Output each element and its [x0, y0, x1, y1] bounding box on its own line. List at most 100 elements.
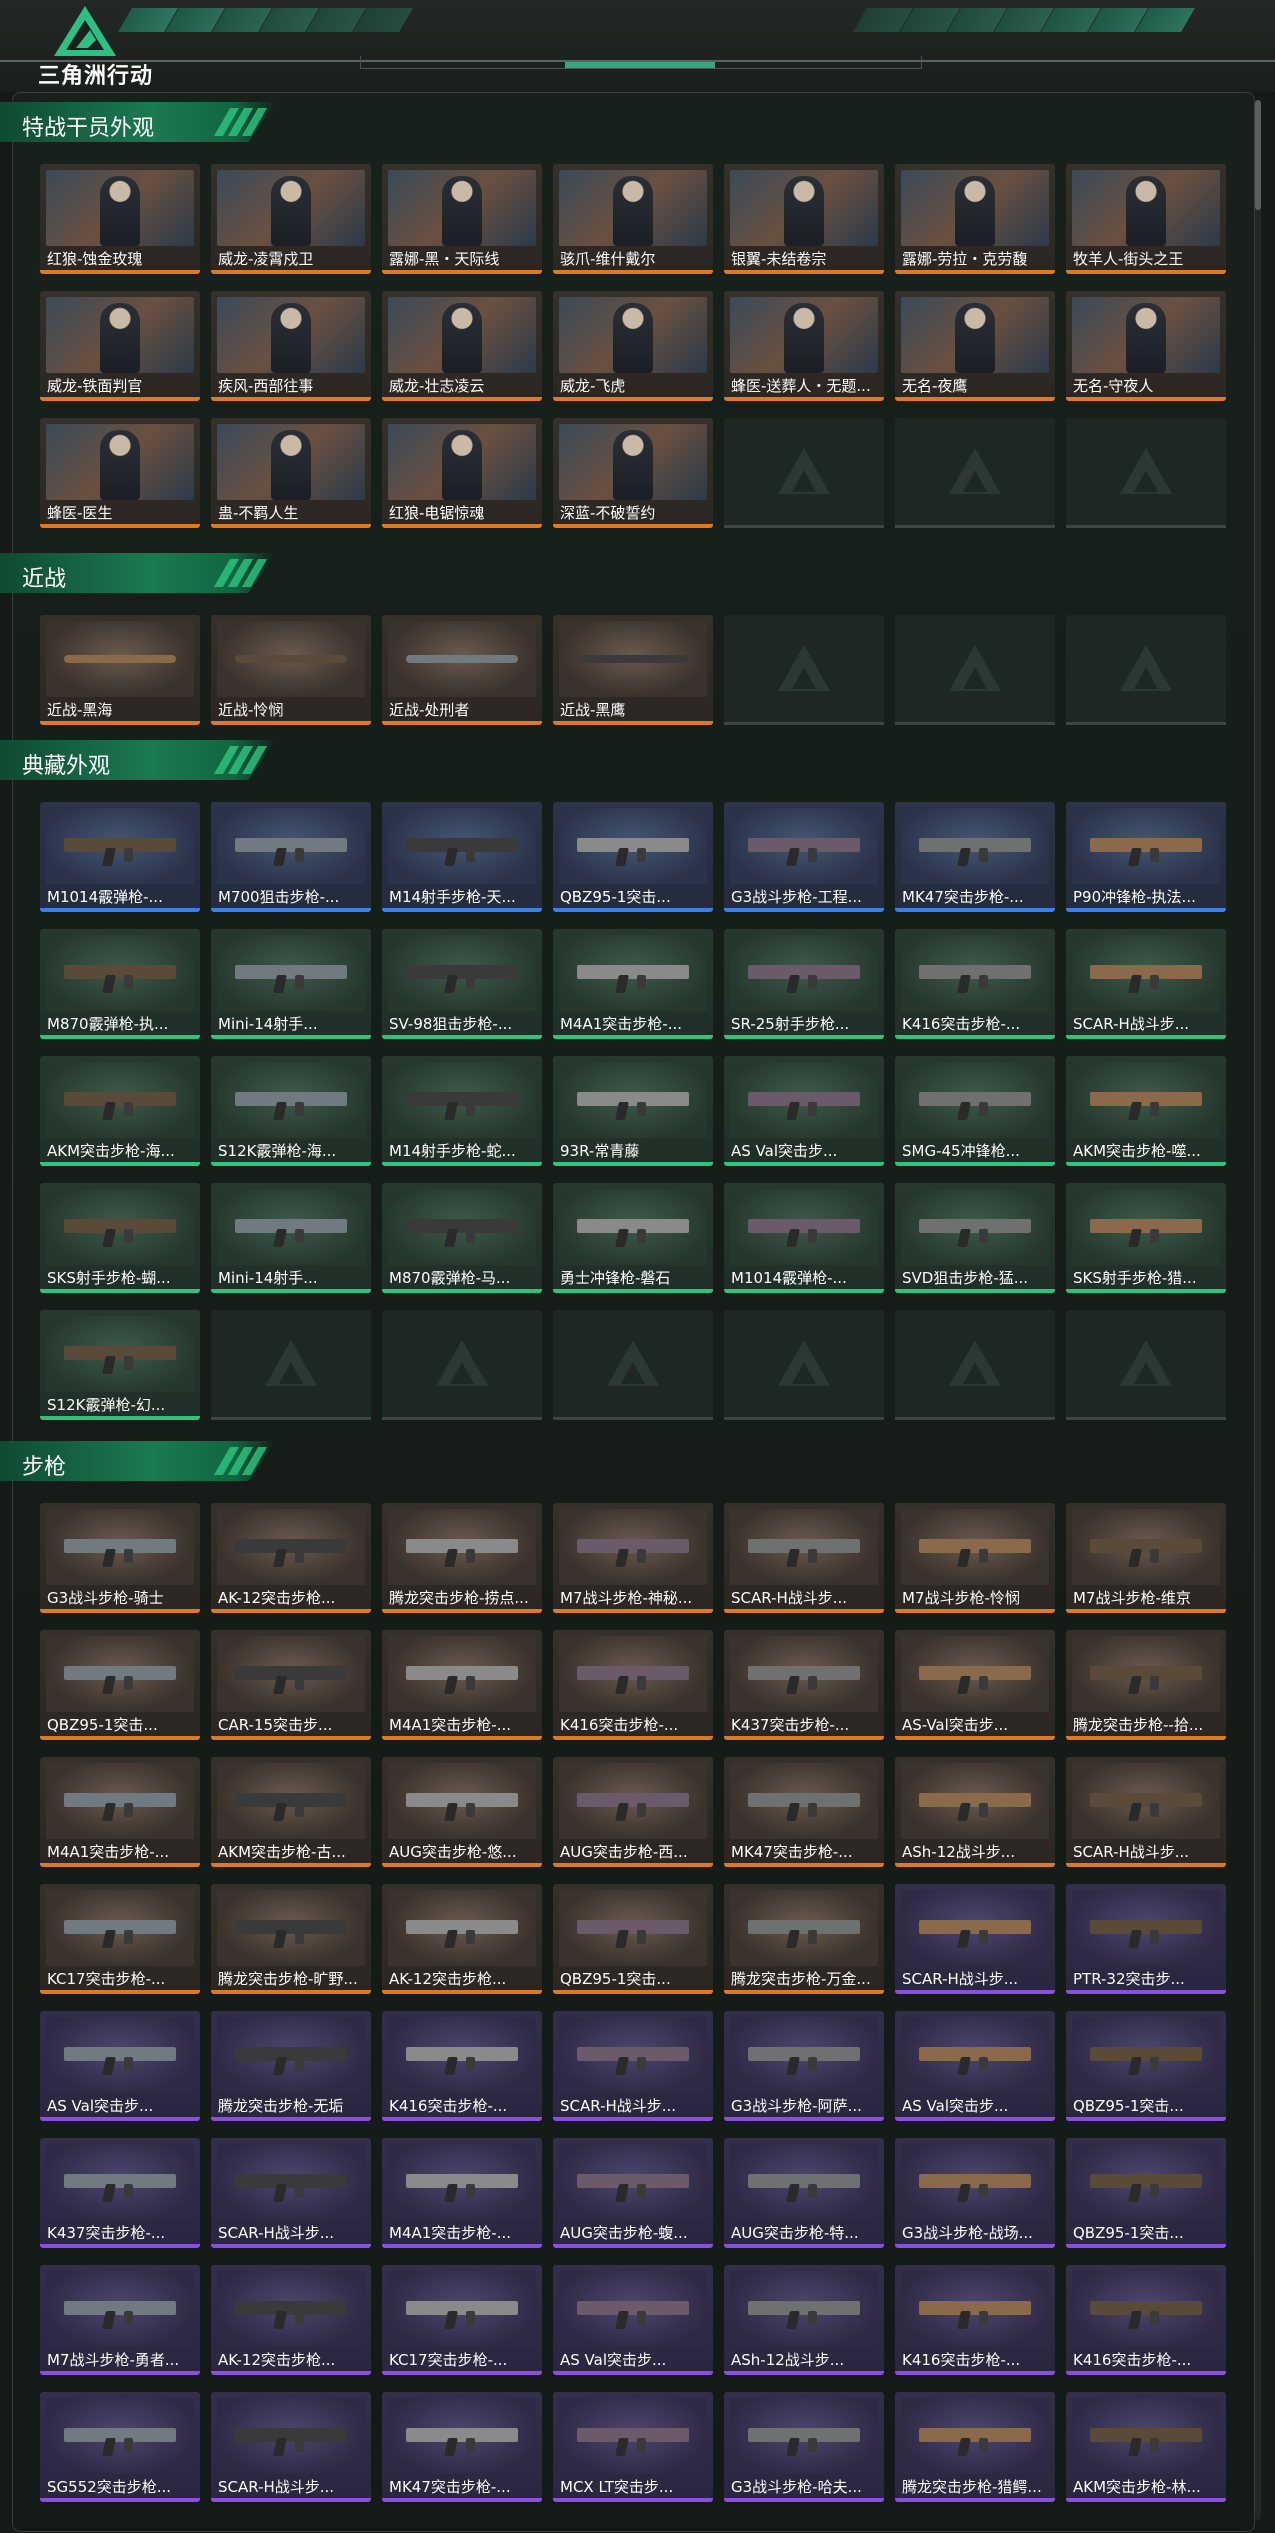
- weapon-skin-card[interactable]: 腾龙突击步枪-猎鳄...: [895, 2392, 1055, 2502]
- weapon-skin-card[interactable]: SKS射手步枪-猎...: [1066, 1183, 1226, 1293]
- weapon-skin-card[interactable]: M1014霰弹枪-...: [724, 1183, 884, 1293]
- weapon-skin-card[interactable]: 腾龙突击步枪-无垢: [211, 2011, 371, 2121]
- weapon-skin-card[interactable]: M4A1突击步枪-...: [382, 1630, 542, 1740]
- weapon-skin-card[interactable]: K416突击步枪-...: [895, 2265, 1055, 2375]
- weapon-skin-card[interactable]: G3战斗步枪-哈夫...: [724, 2392, 884, 2502]
- weapon-skin-card[interactable]: M870霰弹枪-马...: [382, 1183, 542, 1293]
- operator-skin-card[interactable]: 蜂医-医生: [40, 418, 200, 528]
- weapon-skin-card[interactable]: 腾龙突击步枪-捞点...: [382, 1503, 542, 1613]
- operator-skin-card[interactable]: 无名-守夜人: [1066, 291, 1226, 401]
- melee-skin-card[interactable]: 近战-处刑者: [382, 615, 542, 725]
- melee-skin-card[interactable]: 近战-黑鹰: [553, 615, 713, 725]
- weapon-skin-card[interactable]: M1014霰弹枪-...: [40, 802, 200, 912]
- weapon-skin-card[interactable]: K437突击步枪-...: [40, 2138, 200, 2248]
- weapon-skin-card[interactable]: M14射手步枪-蛇...: [382, 1056, 542, 1166]
- weapon-skin-card[interactable]: S12K霰弹枪-海...: [211, 1056, 371, 1166]
- weapon-skin-card[interactable]: AS Val突击步...: [724, 1056, 884, 1166]
- operator-skin-card[interactable]: 深蓝-不破誓约: [553, 418, 713, 528]
- operator-skin-card[interactable]: 红狼-蚀金玫瑰: [40, 164, 200, 274]
- weapon-skin-card[interactable]: S12K霰弹枪-幻...: [40, 1310, 200, 1420]
- weapon-skin-card[interactable]: G3战斗步枪-阿萨...: [724, 2011, 884, 2121]
- weapon-skin-card[interactable]: K416突击步枪-...: [1066, 2265, 1226, 2375]
- operator-skin-card[interactable]: 疾风-西部往事: [211, 291, 371, 401]
- weapon-skin-card[interactable]: CAR-15突击步...: [211, 1630, 371, 1740]
- melee-skin-card[interactable]: 近战-怜悯: [211, 615, 371, 725]
- weapon-skin-card[interactable]: G3战斗步枪-战场...: [895, 2138, 1055, 2248]
- weapon-skin-card[interactable]: SCAR-H战斗步...: [211, 2138, 371, 2248]
- weapon-skin-card[interactable]: M700狙击步枪-...: [211, 802, 371, 912]
- weapon-skin-card[interactable]: M7战斗步枪-勇者...: [40, 2265, 200, 2375]
- weapon-skin-card[interactable]: AS Val突击步...: [553, 2265, 713, 2375]
- operator-skin-card[interactable]: 威龙-壮志凌云: [382, 291, 542, 401]
- weapon-skin-card[interactable]: K437突击步枪-...: [724, 1630, 884, 1740]
- operator-skin-card[interactable]: 银翼-未结卷宗: [724, 164, 884, 274]
- weapon-skin-card[interactable]: AKM突击步枪-噬...: [1066, 1056, 1226, 1166]
- weapon-skin-card[interactable]: Mini-14射手...: [211, 1183, 371, 1293]
- weapon-skin-card[interactable]: M870霰弹枪-执...: [40, 929, 200, 1039]
- weapon-skin-card[interactable]: KC17突击步枪-...: [40, 1884, 200, 1994]
- weapon-skin-card[interactable]: M4A1突击步枪-...: [382, 2138, 542, 2248]
- operator-skin-card[interactable]: 露娜-黑・天际线: [382, 164, 542, 274]
- operator-skin-card[interactable]: 威龙-凌霄戍卫: [211, 164, 371, 274]
- weapon-skin-card[interactable]: Mini-14射手...: [211, 929, 371, 1039]
- weapon-skin-card[interactable]: ASh-12战斗步...: [724, 2265, 884, 2375]
- weapon-skin-card[interactable]: SCAR-H战斗步...: [1066, 929, 1226, 1039]
- melee-skin-card[interactable]: 近战-黑海: [40, 615, 200, 725]
- weapon-skin-card[interactable]: AUG突击步枪-特...: [724, 2138, 884, 2248]
- weapon-skin-card[interactable]: SCAR-H战斗步...: [211, 2392, 371, 2502]
- weapon-skin-card[interactable]: M7战斗步枪-维京: [1066, 1503, 1226, 1613]
- weapon-skin-card[interactable]: AUG突击步枪-悠...: [382, 1757, 542, 1867]
- weapon-skin-card[interactable]: AK-12突击步枪...: [211, 1503, 371, 1613]
- scrollbar[interactable]: [1255, 100, 1261, 2520]
- weapon-skin-card[interactable]: M7战斗步枪-怜悯: [895, 1503, 1055, 1613]
- weapon-skin-card[interactable]: QBZ95-1突击...: [553, 802, 713, 912]
- weapon-skin-card[interactable]: AUG突击步枪-西...: [553, 1757, 713, 1867]
- weapon-skin-card[interactable]: SG552突击步枪...: [40, 2392, 200, 2502]
- weapon-skin-card[interactable]: MK47突击步枪-...: [382, 2392, 542, 2502]
- weapon-skin-card[interactable]: SMG-45冲锋枪...: [895, 1056, 1055, 1166]
- weapon-skin-card[interactable]: M4A1突击步枪-...: [553, 929, 713, 1039]
- weapon-skin-card[interactable]: AS-Val突击步...: [895, 1630, 1055, 1740]
- operator-skin-card[interactable]: 蛊-不羁人生: [211, 418, 371, 528]
- weapon-skin-card[interactable]: AK-12突击步枪...: [382, 1884, 542, 1994]
- weapon-skin-card[interactable]: SVD狙击步枪-猛...: [895, 1183, 1055, 1293]
- weapon-skin-card[interactable]: AKM突击步枪-林...: [1066, 2392, 1226, 2502]
- weapon-skin-card[interactable]: QBZ95-1突击...: [40, 1630, 200, 1740]
- weapon-skin-card[interactable]: G3战斗步枪-工程...: [724, 802, 884, 912]
- weapon-skin-card[interactable]: 93R-常青藤: [553, 1056, 713, 1166]
- operator-skin-card[interactable]: 蜂医-送葬人・无题...: [724, 291, 884, 401]
- weapon-skin-card[interactable]: MK47突击步枪-...: [895, 802, 1055, 912]
- operator-skin-card[interactable]: 无名-夜鹰: [895, 291, 1055, 401]
- weapon-skin-card[interactable]: MCX LT突击步...: [553, 2392, 713, 2502]
- weapon-skin-card[interactable]: SCAR-H战斗步...: [895, 1884, 1055, 1994]
- weapon-skin-card[interactable]: ASh-12战斗步...: [895, 1757, 1055, 1867]
- operator-skin-card[interactable]: 牧羊人-街头之王: [1066, 164, 1226, 274]
- weapon-skin-card[interactable]: K416突击步枪-...: [553, 1630, 713, 1740]
- weapon-skin-card[interactable]: AS Val突击步...: [40, 2011, 200, 2121]
- weapon-skin-card[interactable]: 腾龙突击步枪-万金...: [724, 1884, 884, 1994]
- weapon-skin-card[interactable]: 腾龙突击步枪-旷野...: [211, 1884, 371, 1994]
- weapon-skin-card[interactable]: QBZ95-1突击...: [1066, 2138, 1226, 2248]
- weapon-skin-card[interactable]: QBZ95-1突击...: [553, 1884, 713, 1994]
- weapon-skin-card[interactable]: SCAR-H战斗步...: [1066, 1757, 1226, 1867]
- weapon-skin-card[interactable]: AKM突击步枪-海...: [40, 1056, 200, 1166]
- weapon-skin-card[interactable]: M4A1突击步枪-...: [40, 1757, 200, 1867]
- weapon-skin-card[interactable]: SCAR-H战斗步...: [724, 1503, 884, 1613]
- operator-skin-card[interactable]: 威龙-飞虎: [553, 291, 713, 401]
- weapon-skin-card[interactable]: M7战斗步枪-神秘...: [553, 1503, 713, 1613]
- weapon-skin-card[interactable]: K416突击步枪-...: [895, 929, 1055, 1039]
- weapon-skin-card[interactable]: AS Val突击步...: [895, 2011, 1055, 2121]
- operator-skin-card[interactable]: 露娜-劳拉・克劳馥: [895, 164, 1055, 274]
- weapon-skin-card[interactable]: MK47突击步枪-...: [724, 1757, 884, 1867]
- weapon-skin-card[interactable]: P90冲锋枪-执法...: [1066, 802, 1226, 912]
- operator-skin-card[interactable]: 红狼-电锯惊魂: [382, 418, 542, 528]
- weapon-skin-card[interactable]: 腾龙突击步枪--拾...: [1066, 1630, 1226, 1740]
- weapon-skin-card[interactable]: SV-98狙击步枪-...: [382, 929, 542, 1039]
- weapon-skin-card[interactable]: M14射手步枪-天...: [382, 802, 542, 912]
- weapon-skin-card[interactable]: PTR-32突击步...: [1066, 1884, 1226, 1994]
- weapon-skin-card[interactable]: QBZ95-1突击...: [1066, 2011, 1226, 2121]
- weapon-skin-card[interactable]: AKM突击步枪-古...: [211, 1757, 371, 1867]
- operator-skin-card[interactable]: 威龙-铁面判官: [40, 291, 200, 401]
- weapon-skin-card[interactable]: K416突击步枪-...: [382, 2011, 542, 2121]
- weapon-skin-card[interactable]: SKS射手步枪-蝴...: [40, 1183, 200, 1293]
